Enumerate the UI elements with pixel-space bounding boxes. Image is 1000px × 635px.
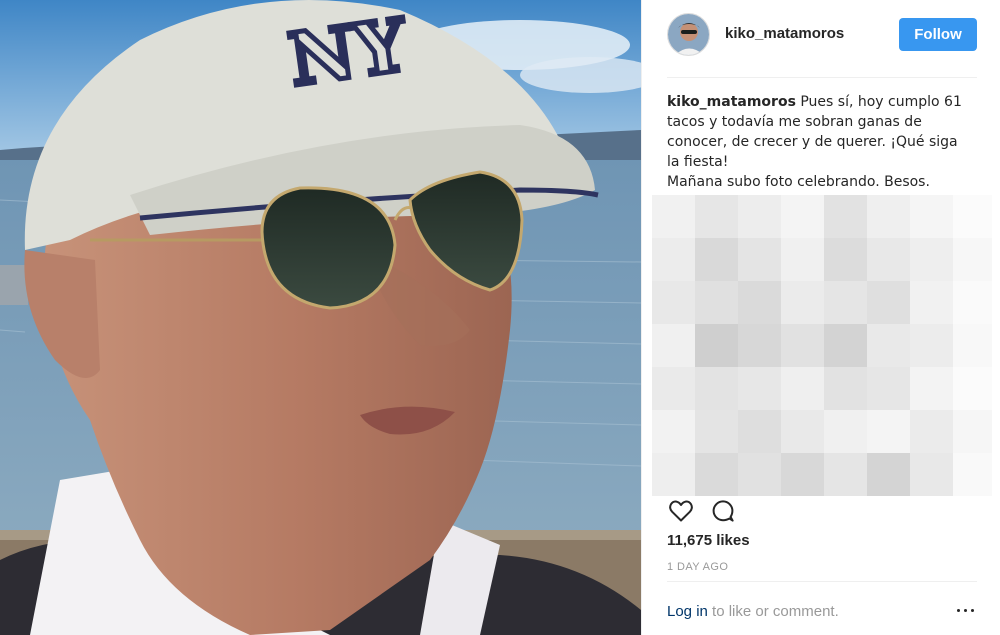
redaction-tile (652, 367, 695, 410)
redaction-tile (910, 367, 953, 410)
caption-text: Pues sí, hoy cumplo 61 (800, 94, 962, 110)
redaction-tile (652, 195, 695, 238)
redaction-tile (738, 238, 781, 281)
caption-username[interactable]: kiko_matamoros (667, 94, 796, 110)
redaction-tile (781, 195, 824, 238)
redaction-tile (910, 281, 953, 324)
redaction-tile (953, 367, 992, 410)
redaction-tile (781, 281, 824, 324)
post-photo[interactable]: NY (0, 0, 641, 635)
svg-text:NY: NY (284, 1, 413, 102)
redaction-tile (953, 281, 992, 324)
comment-prompt-text: to like or comment. (707, 603, 839, 620)
redaction-tile (652, 238, 695, 281)
redaction-tile (738, 453, 781, 496)
redaction-tile (824, 367, 867, 410)
redaction-tile (953, 195, 992, 238)
redaction-tile (867, 195, 910, 238)
redaction-tile (910, 410, 953, 453)
redaction-tile (953, 324, 992, 367)
redaction-tile (695, 324, 738, 367)
redaction-tile (695, 281, 738, 324)
post-timestamp[interactable]: 1 DAY AGO (667, 561, 728, 573)
redaction-tile (695, 238, 738, 281)
follow-button[interactable]: Follow (899, 18, 977, 51)
redaction-tile (781, 367, 824, 410)
redaction-tile (695, 367, 738, 410)
redaction-tile (738, 324, 781, 367)
redaction-tile (652, 453, 695, 496)
redaction-tile (867, 410, 910, 453)
redaction-tile (910, 195, 953, 238)
login-link[interactable]: Log in (667, 603, 708, 620)
redaction-tile (781, 324, 824, 367)
caption-text: tacos y todavía me sobran ganas de (667, 114, 922, 130)
more-options-icon[interactable] (955, 603, 977, 617)
pixelated-redaction (652, 195, 992, 500)
avatar[interactable] (667, 13, 710, 56)
redaction-tile (652, 324, 695, 367)
redaction-tile (781, 410, 824, 453)
caption-text: conocer, de crecer y de querer. ¡Qué sig… (667, 134, 958, 150)
redaction-tile (910, 238, 953, 281)
redaction-tile (867, 367, 910, 410)
caption-text: Mañana subo foto celebrando. Besos. (667, 174, 930, 190)
redaction-tile (695, 410, 738, 453)
likes-count[interactable]: 11,675 likes (667, 532, 750, 549)
comment-icon[interactable] (709, 497, 737, 525)
post-author-username[interactable]: kiko_matamoros (725, 25, 844, 42)
redaction-tile (824, 238, 867, 281)
caption-text: la fiesta! (667, 154, 729, 170)
redaction-tile (953, 453, 992, 496)
avatar-image (668, 14, 709, 55)
redaction-tile (953, 410, 992, 453)
header-divider (667, 77, 977, 78)
redaction-tile (867, 324, 910, 367)
redaction-tile (824, 324, 867, 367)
redaction-tile (867, 238, 910, 281)
redaction-tile (652, 281, 695, 324)
redaction-tile (781, 453, 824, 496)
redaction-tile (695, 195, 738, 238)
post-caption: kiko_matamoros Pues sí, hoy cumplo 61 ta… (667, 92, 987, 192)
redaction-tile (910, 324, 953, 367)
caption-line: kiko_matamoros Pues sí, hoy cumplo 61 (667, 92, 987, 112)
heart-icon[interactable] (667, 497, 695, 525)
redaction-tile (738, 281, 781, 324)
comment-prompt: Log in to like or comment. (667, 603, 839, 620)
redaction-tile (652, 410, 695, 453)
redaction-tile (738, 195, 781, 238)
photo-illustration: NY (0, 0, 641, 635)
redaction-tile (738, 367, 781, 410)
redaction-grid (652, 195, 992, 496)
redaction-tile (953, 238, 992, 281)
redaction-tile (695, 453, 738, 496)
footer-divider (667, 581, 977, 582)
redaction-tile (867, 453, 910, 496)
redaction-tile (867, 281, 910, 324)
redaction-tile (781, 238, 824, 281)
post-header: kiko_matamoros Follow (642, 0, 1000, 78)
redaction-tile (824, 453, 867, 496)
redaction-tile (824, 410, 867, 453)
post-sidebar: kiko_matamoros Follow kiko_matamoros Pue… (641, 0, 1000, 635)
redaction-tile (824, 281, 867, 324)
redaction-tile (824, 195, 867, 238)
redaction-tile (910, 453, 953, 496)
redaction-tile (738, 410, 781, 453)
